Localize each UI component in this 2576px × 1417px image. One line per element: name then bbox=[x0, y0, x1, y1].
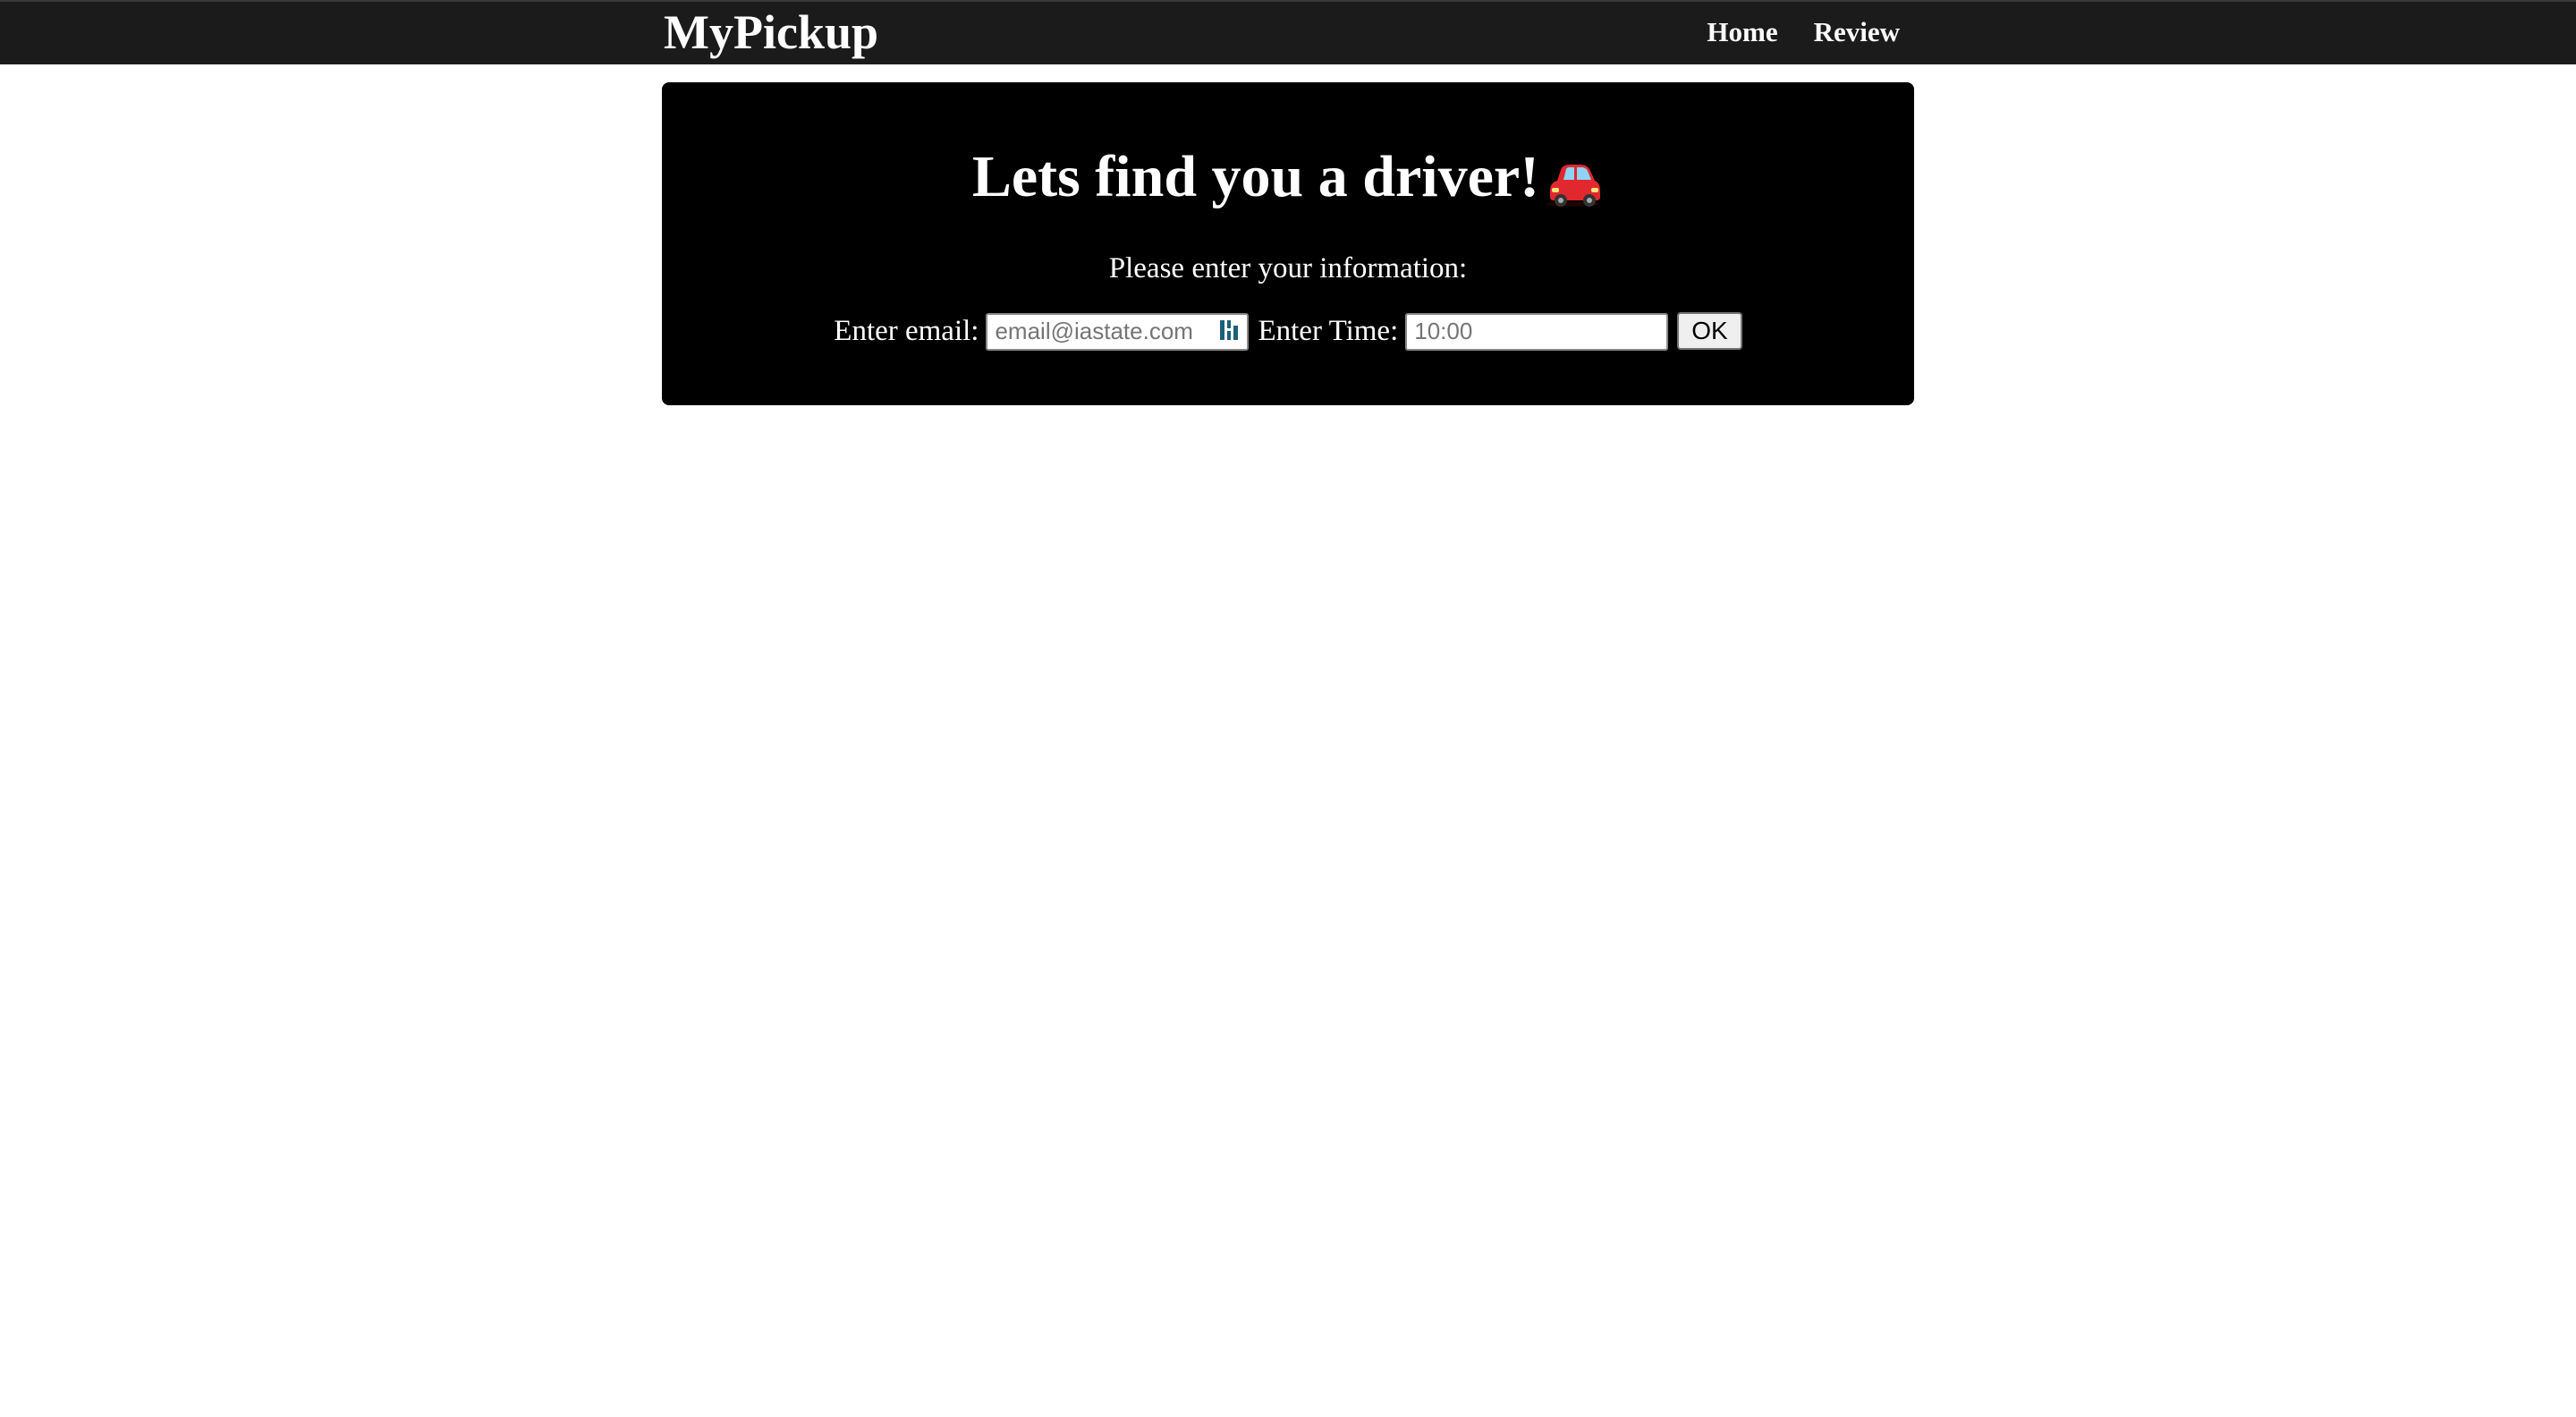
top-navbar: MyPickup Home Review bbox=[0, 0, 2576, 64]
page-title-text: Lets find you a driver! bbox=[971, 144, 1540, 209]
time-field-wrapper bbox=[1405, 311, 1669, 351]
nav-link-home[interactable]: Home bbox=[1707, 14, 1777, 50]
nav-link-review[interactable]: Review bbox=[1814, 14, 1900, 50]
info-prompt: Please enter your information: bbox=[1108, 252, 1468, 284]
email-input[interactable] bbox=[986, 312, 1250, 351]
ok-button[interactable]: OK bbox=[1677, 311, 1742, 350]
time-label: Enter Time: bbox=[1258, 314, 1399, 347]
driver-search-panel: Lets find you a driver! Please enter you… bbox=[662, 82, 1914, 405]
nav-links: Home Review bbox=[1707, 14, 1900, 50]
pickup-form: Enter email: Enter Time: OK bbox=[662, 311, 1914, 351]
email-label: Enter email: bbox=[834, 314, 979, 347]
email-field-wrapper bbox=[986, 311, 1250, 351]
red-car-icon bbox=[1546, 164, 1601, 207]
time-input[interactable] bbox=[1405, 312, 1669, 351]
password-manager-icon[interactable] bbox=[1218, 318, 1240, 342]
page-title: Lets find you a driver! bbox=[662, 143, 1914, 211]
brand-logo[interactable]: MyPickup bbox=[664, 4, 878, 61]
